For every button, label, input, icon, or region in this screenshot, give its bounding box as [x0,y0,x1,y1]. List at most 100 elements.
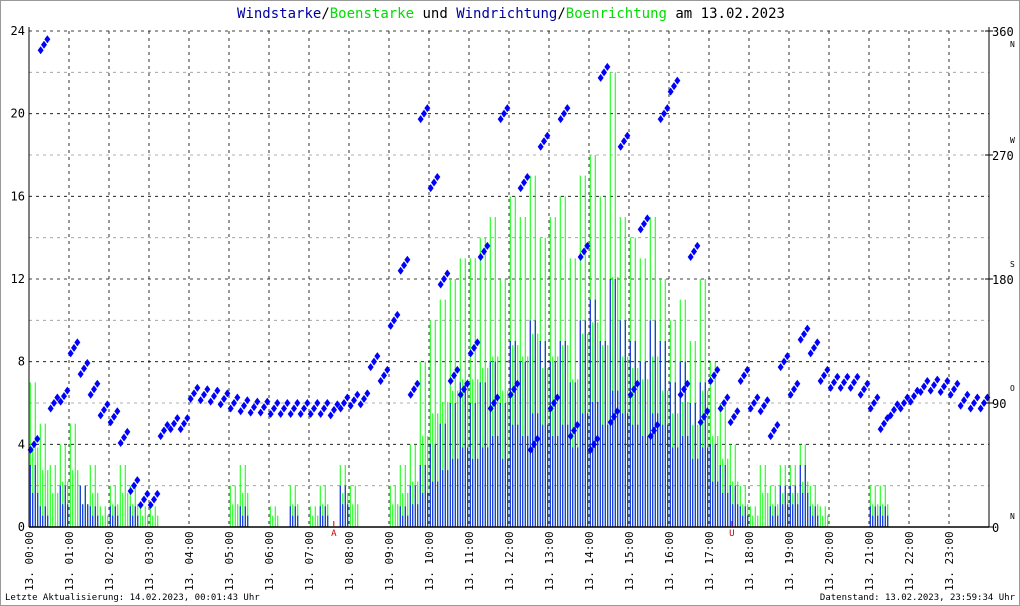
direction-point [621,137,627,146]
direction-point [407,390,414,399]
direction-point [121,433,127,442]
direction-point [977,404,984,413]
direction-point [777,363,784,372]
direction-point [37,46,44,55]
direction-point [564,104,571,113]
x-tick-label: 13. 23:00 [943,531,956,591]
direction-point [127,487,134,496]
direction-point [944,376,951,385]
direction-point [921,382,927,391]
direction-point [144,489,151,498]
direction-point [511,385,517,394]
direction-point [741,371,747,380]
direction-point [354,390,361,399]
direction-point [721,399,727,407]
x-tick-label: 13. 08:00 [343,531,356,591]
direction-point [691,247,697,256]
direction-point [967,404,974,413]
direction-point [804,324,811,333]
direction-point [274,399,281,407]
direction-point [374,352,381,361]
direction-point [64,386,71,395]
direction-point [381,371,387,380]
direction-point [434,173,441,182]
direction-point [597,73,604,82]
direction-point [364,389,371,398]
direction-point [927,386,934,395]
direction-point [327,411,334,420]
direction-point [544,131,551,140]
x-tick-label: 13. 05:00 [223,531,236,591]
direction-point [207,397,214,406]
direction-point [247,408,254,417]
direction-point [814,338,821,347]
direction-point [291,404,297,413]
direction-point [344,393,351,402]
direction-point [174,414,181,423]
direction-point [517,184,524,193]
direction-point [114,407,121,416]
direction-point [301,404,307,413]
direction-point [224,389,231,398]
direction-point [631,385,637,394]
direction-point [94,379,101,388]
direction-point [271,404,277,413]
direction-point [537,142,544,151]
direction-point [707,376,714,385]
direction-point [644,214,651,223]
direction-point [304,399,311,407]
direction-point [794,379,801,388]
direction-point [131,481,137,490]
direction-point [204,385,211,394]
y-right-tick-label: 270 [992,149,1014,163]
direction-point [947,390,954,399]
y-right-tick-label: 180 [992,273,1014,287]
direction-point [754,393,761,402]
x-tick-label: 13. 09:00 [383,531,396,591]
direction-point [267,410,274,419]
x-tick-label: 13. 18:00 [743,531,756,591]
direction-point [577,252,584,261]
direction-point [874,393,881,402]
direction-point [391,316,397,325]
direction-point [711,371,717,380]
x-tick-label: 13. 21:00 [863,531,876,591]
direction-point [401,261,407,270]
direction-point [277,410,284,419]
compass-label: W [1010,136,1015,145]
direction-point [734,407,741,416]
direction-point [837,383,844,392]
x-tick-label: 13. 15:00 [623,531,636,591]
direction-point [811,343,817,352]
y-left-tick-label: 16 [11,189,25,203]
direction-point [134,476,141,485]
direction-point [471,343,477,352]
direction-point [824,365,831,374]
direction-point [384,365,391,374]
y-left-tick-label: 8 [18,355,25,369]
direction-point [314,399,321,407]
direction-point [31,440,37,449]
x-tick-label: 13. 04:00 [183,531,196,591]
x-tick-label: 13. 17:00 [703,531,716,591]
direction-point [324,399,331,407]
direction-point [157,432,164,441]
direction-point [321,404,327,413]
direction-point [254,397,261,406]
x-tick-label: 13. 20:00 [823,531,836,591]
direction-point [651,426,657,435]
direction-point [827,383,834,392]
direction-point [331,405,337,414]
data-status: Datenstand: 13.02.2023, 23:59:34 Uhr [819,593,1015,603]
direction-point [251,403,257,412]
direction-point [287,410,294,419]
x-tick-label: 13. 22:00 [903,531,916,591]
direction-point [591,440,597,449]
x-tick-label: 13. 19:00 [783,531,796,591]
direction-point [397,266,404,275]
direction-point [551,399,557,407]
x-tick-label: 13. 00:00 [23,531,36,591]
direction-point [857,390,864,399]
direction-point [424,104,431,113]
direction-point [844,372,851,381]
